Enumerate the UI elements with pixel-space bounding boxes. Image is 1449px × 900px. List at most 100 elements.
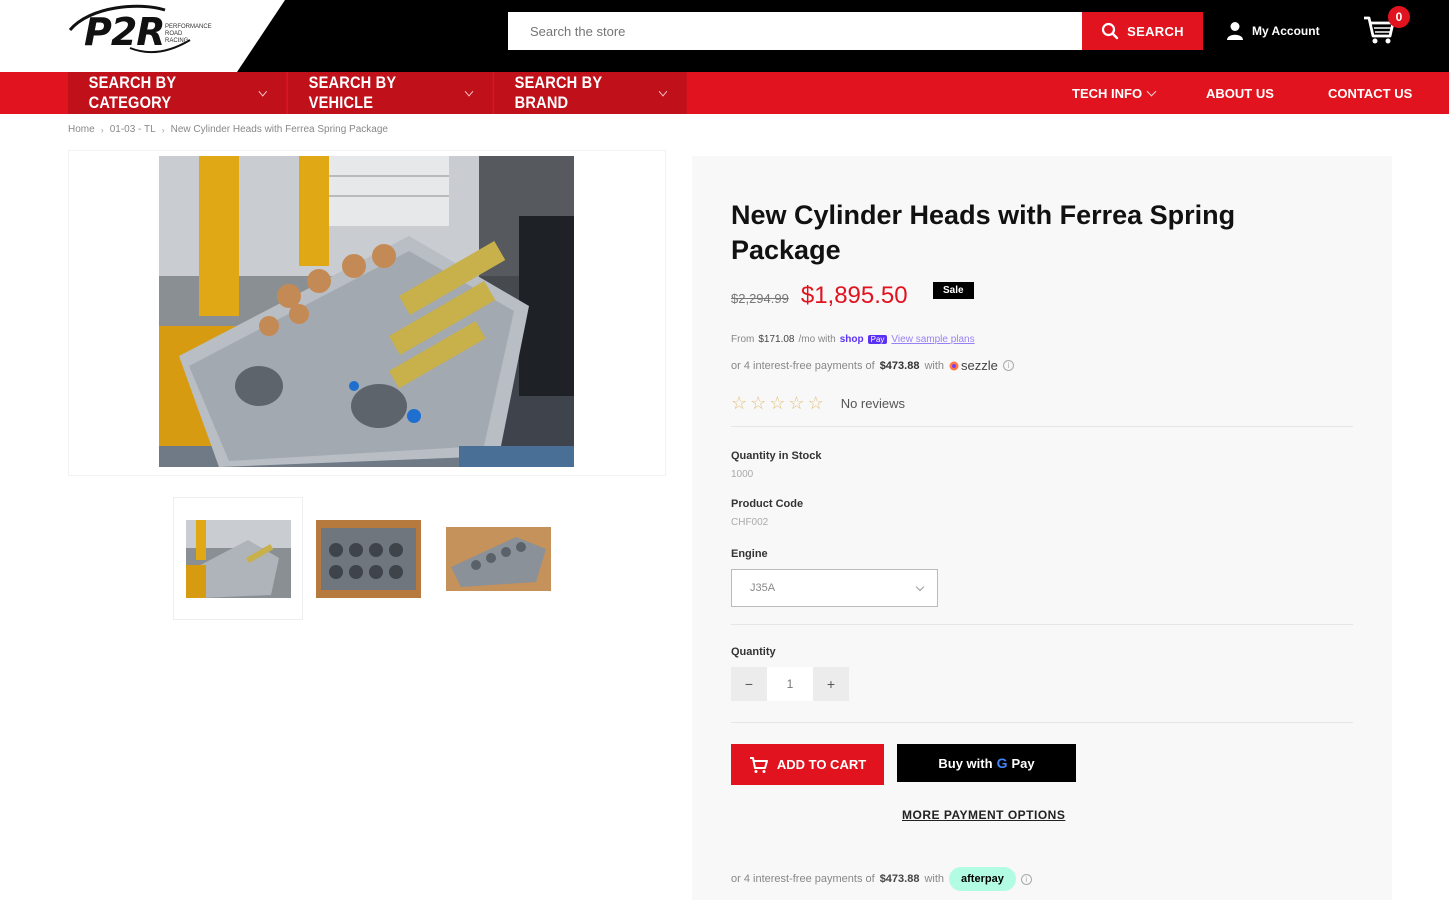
buy-with-prefix: Buy with [938, 755, 993, 771]
nav-left-group: SEARCH BY CATEGORY SEARCH BY VEHICLE SEA… [68, 72, 689, 114]
search-icon [1102, 22, 1119, 40]
top-header: P2R PERFORMANCE ROAD RACING SEARCH My Ac… [0, 0, 1449, 72]
info-icon[interactable]: i [1002, 360, 1014, 371]
price-row: $2,294.99 $1,895.50 [731, 282, 908, 310]
thumbnail-list [173, 497, 563, 620]
product-main-image[interactable] [159, 156, 574, 467]
nav-tech-info[interactable]: TECH INFO [1072, 86, 1157, 101]
nav-contact-us-label: CONTACT US [1328, 86, 1413, 101]
sezzle-mark-icon [949, 361, 959, 370]
chevron-down-icon [258, 86, 268, 96]
shop-pay-badge: Pay [867, 335, 888, 344]
breadcrumb-separator-icon: › [161, 124, 165, 135]
quantity-stepper: − + [731, 667, 849, 701]
shop-pay-installments: From $171.08 /mo with shop Pay View samp… [731, 334, 975, 345]
breadcrumb: Home › 01-03 - TL › New Cylinder Heads w… [68, 124, 388, 135]
quantity-input[interactable] [767, 667, 813, 701]
cart-button[interactable]: 0 [1362, 6, 1412, 52]
sezzle-brand: sezzle [961, 358, 998, 373]
view-sample-plans-link[interactable]: View sample plans [891, 334, 974, 345]
search-button-label: SEARCH [1127, 23, 1184, 39]
quantity-increase-button[interactable]: + [813, 667, 849, 701]
chevron-down-icon [658, 86, 668, 96]
engine-select[interactable]: J35A [731, 569, 938, 607]
sale-badge: Sale [933, 282, 974, 299]
breadcrumb-current: New Cylinder Heads with Ferrea Spring Pa… [170, 124, 388, 135]
shop-pay-amount: $171.08 [758, 334, 795, 345]
nav-about-us[interactable]: ABOUT US [1206, 86, 1274, 101]
breadcrumb-home[interactable]: Home [68, 124, 95, 135]
my-account-label: My Account [1252, 24, 1320, 38]
afterpay-logo: afterpay [949, 867, 1016, 891]
product-code-label: Product Code [731, 498, 804, 510]
thumbnail-image-2 [315, 519, 421, 598]
main-nav: SEARCH BY CATEGORY SEARCH BY VEHICLE SEA… [0, 72, 1449, 114]
nav-search-by-category[interactable]: SEARCH BY CATEGORY [68, 72, 289, 114]
buy-with-brand: Pay [1011, 755, 1035, 771]
chevron-down-icon [464, 86, 474, 96]
nav-search-by-vehicle-wrap: SEARCH BY VEHICLE [288, 72, 495, 114]
product-code-value: CHF002 [731, 517, 769, 528]
thumbnail-image-1 [185, 519, 291, 598]
original-price: $2,294.99 [731, 291, 789, 306]
cylinder-head-photo [159, 156, 574, 467]
cart-count-badge: 0 [1388, 6, 1410, 28]
buy-with-google-pay-button[interactable]: Buy with G Pay [897, 744, 1076, 782]
logo-text: P2R [84, 10, 166, 54]
my-account-link[interactable]: My Account [1226, 20, 1320, 42]
reviews-count: No reviews [840, 395, 905, 411]
nav-about-us-label: ABOUT US [1206, 86, 1274, 101]
sezzle-amount: $473.88 [879, 359, 920, 372]
nav-search-by-brand-label: SEARCH BY BRAND [514, 73, 603, 112]
search-input[interactable] [508, 12, 1082, 50]
nav-tech-info-label: TECH INFO [1072, 86, 1143, 101]
add-to-cart-button[interactable]: ADD TO CART [731, 744, 884, 785]
sezzle-mid: with [924, 359, 945, 372]
star-icon: ☆ [769, 393, 786, 413]
nav-search-by-category-wrap: SEARCH BY CATEGORY [68, 72, 289, 114]
nav-search-by-vehicle[interactable]: SEARCH BY VEHICLE [288, 72, 495, 114]
shop-pay-mid: /mo with [798, 334, 836, 345]
search-button[interactable]: SEARCH [1082, 12, 1203, 50]
breadcrumb-category[interactable]: 01-03 - TL [110, 124, 156, 135]
nav-search-by-vehicle-label: SEARCH BY VEHICLE [308, 73, 397, 112]
divider [731, 426, 1353, 427]
afterpay-installments: or 4 interest-free payments of $473.88 w… [731, 867, 1032, 891]
google-g-icon: G [996, 755, 1008, 771]
logo-tagline: PERFORMANCE ROAD RACING [165, 24, 212, 44]
star-icon: ☆ [788, 393, 805, 413]
sezzle-logo: sezzle [949, 358, 998, 373]
nav-search-by-category-label: SEARCH BY CATEGORY [88, 73, 177, 112]
quantity-label: Quantity [731, 646, 776, 658]
thumbnail-2[interactable] [303, 497, 433, 620]
sale-price: $1,895.50 [800, 282, 908, 309]
shop-pay-logo: shop [839, 334, 864, 345]
quantity-decrease-button[interactable]: − [731, 667, 767, 701]
thumbnail-1[interactable] [173, 497, 303, 620]
thumbnail-image-3 [445, 526, 551, 591]
thumbnail-3[interactable] [433, 497, 563, 620]
star-icon: ☆ [807, 393, 824, 413]
cart-icon [749, 756, 768, 773]
sezzle-prefix: or 4 interest-free payments of [731, 359, 875, 372]
nav-search-by-brand[interactable]: SEARCH BY BRAND [494, 72, 689, 114]
more-payment-options-link[interactable]: MORE PAYMENT OPTIONS [902, 808, 1065, 822]
info-icon[interactable]: i [1020, 873, 1032, 885]
afterpay-prefix: or 4 interest-free payments of [731, 873, 875, 885]
divider [731, 722, 1353, 723]
add-to-cart-label: ADD TO CART [776, 757, 867, 772]
star-icon: ☆ [731, 393, 748, 413]
user-icon [1227, 22, 1243, 40]
engine-selected-value: J35A [750, 582, 776, 594]
afterpay-mid: with [924, 873, 945, 885]
product-title: New Cylinder Heads with Ferrea Spring Pa… [731, 200, 1236, 265]
star-icon: ☆ [750, 393, 767, 413]
rating-row[interactable]: ☆ ☆ ☆ ☆ ☆ No reviews [731, 394, 905, 412]
divider [731, 624, 1353, 625]
sezzle-installments: or 4 interest-free payments of $473.88 w… [731, 358, 1014, 373]
nav-contact-us[interactable]: CONTACT US [1328, 86, 1412, 101]
engine-label: Engine [731, 548, 768, 560]
stock-label: Quantity in Stock [731, 450, 822, 462]
chevron-down-icon [1146, 86, 1157, 97]
logo[interactable]: P2R PERFORMANCE ROAD RACING [0, 0, 285, 72]
